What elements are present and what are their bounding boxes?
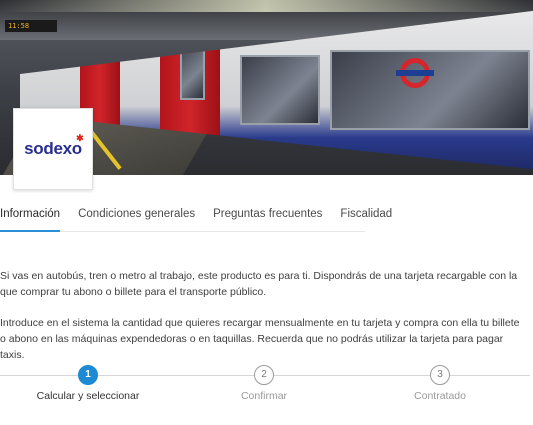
- train-window: [330, 50, 530, 130]
- tab-informacion[interactable]: Información: [0, 204, 61, 232]
- train-window: [180, 40, 205, 100]
- platform-sign: 11:58: [5, 20, 57, 32]
- intro-paragraph: Si vas en autobús, tren o metro al traba…: [0, 270, 518, 298]
- tab-preguntas-frecuentes[interactable]: Preguntas frecuentes: [213, 204, 322, 232]
- step-label: Contratado: [414, 390, 466, 402]
- step-number: 2: [254, 365, 274, 385]
- hero-light-strip: [0, 0, 533, 12]
- progress-stepper: 1 Calcular y seleccionar 2 Confirmar 3 C…: [0, 362, 533, 412]
- step-number: 3: [430, 365, 450, 385]
- instructions-paragraph: Introduce en el sistema la cantidad que …: [0, 317, 520, 361]
- brand-logo-text: sodexo: [24, 139, 82, 158]
- step-calcular[interactable]: 1 Calcular y seleccionar: [18, 362, 158, 402]
- step-number: 1: [78, 365, 98, 385]
- tab-fiscalidad[interactable]: Fiscalidad: [340, 204, 392, 232]
- underground-roundel: [396, 58, 434, 88]
- step-label: Confirmar: [240, 390, 288, 402]
- logo-star-icon: ✱: [76, 133, 84, 143]
- step-label: Calcular y seleccionar: [36, 390, 140, 402]
- brand-logo-card: sodexo ✱: [13, 108, 93, 190]
- step-confirmar[interactable]: 2 Confirmar: [194, 362, 334, 402]
- tab-condiciones-generales[interactable]: Condiciones generales: [78, 204, 195, 232]
- brand-logo: sodexo ✱: [24, 133, 84, 159]
- train-window: [240, 55, 320, 125]
- tab-bar: Información Condiciones generales Pregun…: [0, 204, 392, 232]
- step-contratado[interactable]: 3 Contratado: [370, 362, 510, 402]
